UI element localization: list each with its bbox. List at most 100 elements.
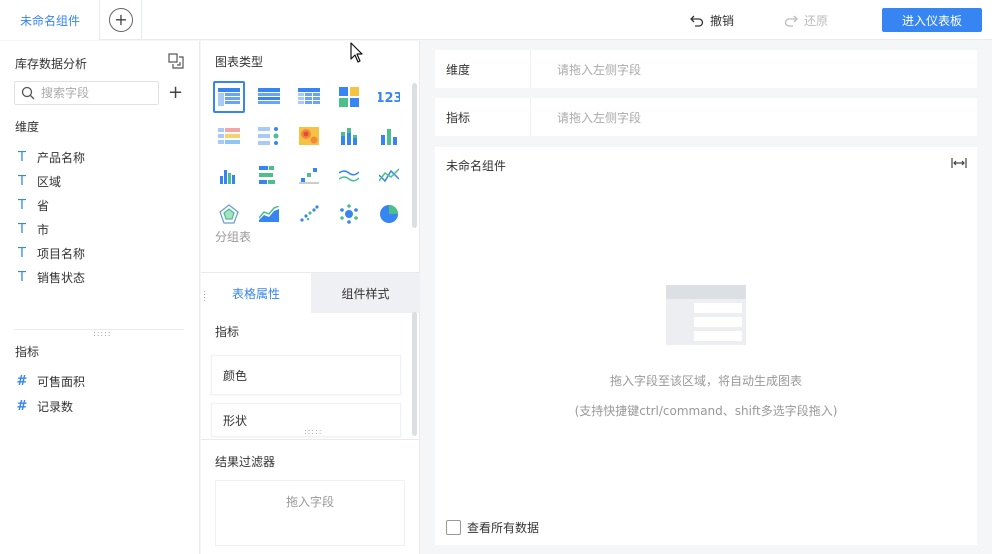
dimension-placeholder: 请拖入左侧字段 [557, 62, 642, 77]
color-property-box[interactable]: 颜色 [211, 355, 401, 395]
measure-placeholder: 请拖入左侧字段 [557, 110, 642, 125]
cross-table-icon[interactable] [293, 81, 325, 113]
text-type-icon: T [18, 149, 26, 165]
text-type-icon: T [18, 197, 26, 213]
mouse-pointer-icon [350, 42, 363, 63]
chart-type-scrollbar[interactable] [412, 83, 417, 228]
empty-table-illustration [666, 285, 746, 345]
measure-dropzone[interactable]: 指标 请拖入左侧字段 [435, 98, 977, 136]
section-divider [201, 439, 420, 440]
scatter-step-icon[interactable] [293, 159, 325, 191]
enter-dashboard-button[interactable]: 进入仪表板 [882, 8, 982, 32]
chart-canvas-area: 维度 请拖入左侧字段 指标 请拖入左侧字段 未命名组件 拖入字段至该区域，将自动… [421, 41, 992, 554]
result-filter-dropzone[interactable]: 拖入字段 [215, 480, 405, 546]
horizontal-bar-icon[interactable] [253, 159, 285, 191]
field-search-box[interactable] [14, 81, 159, 105]
switch-dataset-icon[interactable] [168, 53, 184, 69]
dimension-dropzone[interactable]: 维度 请拖入左侧字段 [435, 50, 977, 88]
measure-field[interactable]: # 记录数 [15, 396, 73, 416]
dimension-field[interactable]: T 产品名称 [15, 147, 85, 167]
calculated-number-icon: # [16, 398, 28, 414]
add-tab-button[interactable]: + [109, 8, 133, 32]
undo-icon [690, 15, 704, 27]
field-label: 省 [37, 198, 50, 213]
number-type-icon: # [16, 373, 28, 389]
dimension-field[interactable]: T市 [15, 219, 49, 239]
data-field-panel: 库存数据分析 + 维度 T产品名称 T区域 T省 T市 T项目名称 T销售状态 … [0, 41, 200, 554]
result-filter-title: 结果过滤器 [215, 455, 276, 469]
view-all-label: 查看所有数据 [467, 521, 540, 535]
bubble-icon[interactable] [333, 198, 365, 230]
dot-table-icon[interactable] [253, 120, 285, 152]
undo-button[interactable]: 撤销 [690, 0, 734, 40]
widget-preview: 未命名组件 拖入字段至该区域，将自动生成图表 (支持快捷键ctrl/comman… [435, 147, 977, 545]
dimension-field[interactable]: T 区域 [15, 171, 61, 191]
view-all-data-option[interactable]: 查看所有数据 [446, 519, 539, 536]
bar-chart-icon[interactable] [373, 120, 405, 152]
tab-label: 组件样式 [341, 286, 390, 301]
search-input[interactable] [41, 86, 141, 100]
svg-text:123: 123 [378, 91, 400, 105]
field-label: 项目名称 [37, 246, 86, 261]
resize-handle-icon[interactable]: ::::: [304, 428, 322, 436]
redo-icon [784, 15, 798, 27]
view-all-checkbox[interactable] [446, 520, 461, 535]
dimension-section-label: 维度 [15, 120, 40, 134]
heat-table-icon[interactable] [213, 120, 245, 152]
measure-field[interactable]: # 可售面积 [15, 371, 85, 391]
chart-config-panel: 图表类型 123 分组表 表格属性 组件样式::: 指标 颜色 形状::… [201, 41, 420, 554]
resize-handle-icon[interactable]: ::::: [93, 330, 111, 338]
text-type-icon: T [18, 173, 26, 189]
property-measure-label: 指标 [215, 325, 240, 339]
tab-label: 表格属性 [231, 286, 280, 301]
tab-label: 未命名组件 [20, 13, 81, 28]
stacked-bar-icon[interactable] [333, 120, 365, 152]
color-block-icon[interactable] [333, 81, 365, 113]
tab-table-attributes[interactable]: 表格属性 [201, 273, 311, 313]
dimension-field[interactable]: T 销售状态 [15, 267, 85, 287]
multi-line-icon[interactable] [333, 159, 365, 191]
dimension-label: 维度 [435, 50, 531, 88]
chart-group-label: 分组表 [215, 230, 252, 244]
tab-divider [141, 0, 142, 40]
text-type-icon: T [18, 269, 26, 285]
top-bar: 未命名组件 + 撤销 还原 进入仪表板 [0, 0, 992, 40]
property-scrollbar[interactable] [412, 312, 417, 436]
radar-icon[interactable] [213, 198, 245, 230]
tab-unnamed-component[interactable]: 未命名组件 [0, 0, 100, 40]
expand-width-icon[interactable] [951, 157, 967, 169]
chart-type-title: 图表类型 [215, 55, 264, 69]
redo-button[interactable]: 还原 [784, 0, 828, 40]
field-label: 销售状态 [37, 270, 86, 285]
heatmap-icon[interactable] [293, 120, 325, 152]
shape-label: 形状 [223, 413, 248, 428]
field-label: 区域 [37, 174, 62, 189]
tab-component-style[interactable]: 组件样式 [311, 273, 420, 313]
widget-title[interactable]: 未命名组件 [446, 157, 506, 174]
scatter-icon[interactable] [293, 198, 325, 230]
field-label: 可售面积 [37, 374, 86, 389]
dataset-title: 库存数据分析 [15, 57, 88, 71]
enter-dashboard-label: 进入仪表板 [901, 13, 962, 28]
search-icon [21, 86, 35, 100]
dimension-field[interactable]: T省 [15, 195, 49, 215]
text-type-icon: T [18, 221, 26, 237]
field-label: 市 [37, 222, 50, 237]
kpi-number-icon[interactable]: 123 [373, 81, 405, 113]
text-type-icon: T [18, 245, 26, 261]
drag-handle-icon[interactable]: ::: [203, 289, 207, 303]
column-chart-icon[interactable] [213, 159, 245, 191]
dropzone-placeholder: 拖入字段 [285, 495, 334, 509]
pie-icon[interactable] [373, 198, 405, 230]
dimension-field[interactable]: T 项目名称 [15, 243, 85, 263]
grouped-table-icon[interactable] [213, 81, 245, 113]
redo-label: 还原 [804, 13, 829, 28]
line-chart-icon[interactable] [373, 159, 405, 191]
add-field-button[interactable]: + [168, 83, 183, 103]
chart-type-grid: 123 [213, 81, 408, 230]
property-tabs: 表格属性 组件样式 [201, 272, 420, 313]
detail-table-icon[interactable] [253, 81, 285, 113]
field-label: 产品名称 [37, 150, 86, 165]
area-icon[interactable] [253, 198, 285, 230]
field-label: 记录数 [37, 399, 74, 414]
